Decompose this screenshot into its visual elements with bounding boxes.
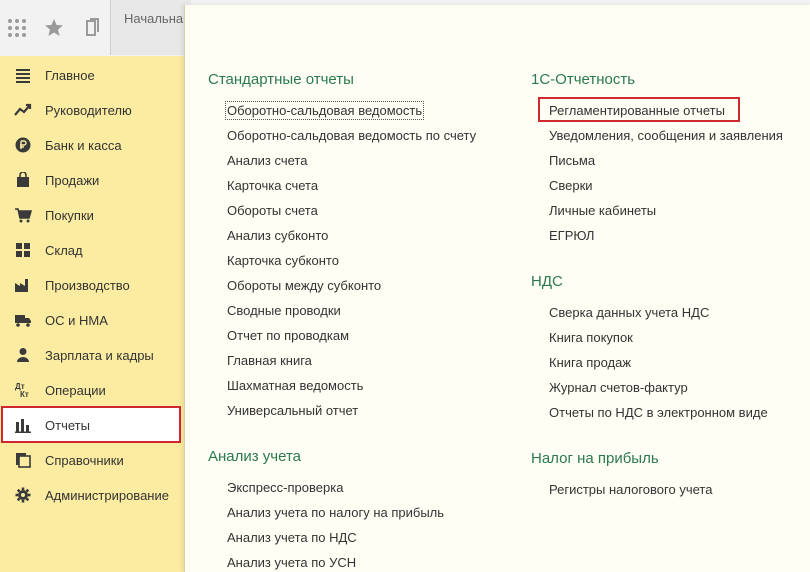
section-title-accounting-analysis: Анализ учета xyxy=(208,448,302,465)
link-summary-entries[interactable]: Сводные проводки xyxy=(227,303,341,318)
kt-glyph: Кт xyxy=(20,390,29,399)
link-purchase-book[interactable]: Книга покупок xyxy=(549,330,633,345)
link-general-ledger[interactable]: Главная книга xyxy=(227,353,312,368)
menu-lines-icon xyxy=(14,66,32,84)
tab-start-label: Начальна xyxy=(124,11,184,26)
sidebar-item-label: Производство xyxy=(45,278,130,293)
link-turnover-balance-by-account[interactable]: Оборотно-сальдовая ведомость по счету xyxy=(227,128,476,143)
trend-up-icon xyxy=(14,101,32,119)
books-icon xyxy=(14,451,32,469)
link-vat-electronic-reports[interactable]: Отчеты по НДС в электронном виде xyxy=(549,405,768,420)
link-personal-accounts[interactable]: Личные кабинеты xyxy=(549,203,656,218)
sidebar-item-label: Покупки xyxy=(45,208,94,223)
link-letters[interactable]: Письма xyxy=(549,153,595,168)
sidebar: Главное Руководителю Банк и касса Продаж… xyxy=(0,56,197,572)
sidebar-item-label: Отчеты xyxy=(45,418,90,433)
sidebar-item-fixed-assets[interactable]: ОС и НМА xyxy=(0,303,196,337)
sidebar-item-administration[interactable]: Администрирование xyxy=(0,478,196,512)
sidebar-item-warehouse[interactable]: Склад xyxy=(0,233,196,267)
link-turnover-between-subconto[interactable]: Обороты между субконто xyxy=(227,278,381,293)
link-subconto-analysis[interactable]: Анализ субконто xyxy=(227,228,328,243)
dt-kt-icon: Дт Кт xyxy=(14,381,32,399)
sidebar-item-purchases[interactable]: Покупки xyxy=(0,198,196,232)
sidebar-item-manager[interactable]: Руководителю xyxy=(0,93,196,127)
truck-icon xyxy=(14,311,32,329)
sidebar-item-sales[interactable]: Продажи xyxy=(0,163,196,197)
link-profit-tax-analysis[interactable]: Анализ учета по налогу на прибыль xyxy=(227,505,444,520)
sidebar-item-label: Продажи xyxy=(45,173,100,188)
apps-grid-icon[interactable] xyxy=(5,14,29,42)
link-account-card[interactable]: Карточка счета xyxy=(227,178,318,193)
link-reconciliations[interactable]: Сверки xyxy=(549,178,593,193)
cart-icon xyxy=(14,206,32,224)
sidebar-item-label: ОС и НМА xyxy=(45,313,108,328)
section-title-1c-reporting: 1С-Отчетность xyxy=(531,71,636,88)
link-vat-analysis[interactable]: Анализ учета по НДС xyxy=(227,530,357,545)
link-sales-book[interactable]: Книга продаж xyxy=(549,355,631,370)
link-account-turnover[interactable]: Обороты счета xyxy=(227,203,318,218)
person-icon xyxy=(14,346,32,364)
ruble-coin-icon xyxy=(14,136,32,154)
sidebar-item-label: Справочники xyxy=(45,453,124,468)
bar-chart-icon xyxy=(14,416,32,434)
link-tax-registers[interactable]: Регистры налогового учета xyxy=(549,482,712,497)
link-usn-analysis[interactable]: Анализ учета по УСН xyxy=(227,555,356,570)
star-icon[interactable] xyxy=(42,14,66,42)
shopping-bag-icon xyxy=(14,171,32,189)
sidebar-item-label: Склад xyxy=(45,243,83,258)
sidebar-item-operations[interactable]: Дт Кт Операции xyxy=(0,373,196,407)
link-subconto-card[interactable]: Карточка субконто xyxy=(227,253,339,268)
link-turnover-balance-sheet[interactable]: Оборотно-сальдовая ведомость xyxy=(224,101,425,120)
link-entries-report[interactable]: Отчет по проводкам xyxy=(227,328,349,343)
sidebar-item-label: Операции xyxy=(45,383,106,398)
link-chess-sheet[interactable]: Шахматная ведомость xyxy=(227,378,363,393)
sidebar-item-salary[interactable]: Зарплата и кадры xyxy=(0,338,196,372)
sidebar-item-label: Администрирование xyxy=(45,488,169,503)
link-express-check[interactable]: Экспресс-проверка xyxy=(227,480,343,495)
gear-icon xyxy=(14,486,32,504)
link-invoice-journal[interactable]: Журнал счетов-фактур xyxy=(549,380,688,395)
sidebar-item-label: Зарплата и кадры xyxy=(45,348,154,363)
link-notifications[interactable]: Уведомления, сообщения и заявления xyxy=(549,128,783,143)
sidebar-item-label: Банк и касса xyxy=(45,138,122,153)
section-title-standard-reports: Стандартные отчеты xyxy=(208,71,354,88)
sidebar-item-label: Руководителю xyxy=(45,103,132,118)
grid-icon xyxy=(14,241,32,259)
sidebar-item-reports[interactable]: Отчеты xyxy=(0,408,196,442)
sidebar-item-main[interactable]: Главное xyxy=(0,58,196,92)
history-icon[interactable] xyxy=(80,14,104,42)
section-title-profit-tax: Налог на прибыль xyxy=(531,450,659,467)
link-account-analysis[interactable]: Анализ счета xyxy=(227,153,307,168)
sidebar-item-bank[interactable]: Банк и касса xyxy=(0,128,196,162)
link-egrul[interactable]: ЕГРЮЛ xyxy=(549,228,594,243)
sidebar-item-label: Главное xyxy=(45,68,95,83)
link-vat-reconciliation[interactable]: Сверка данных учета НДС xyxy=(549,305,709,320)
factory-icon xyxy=(14,276,32,294)
sidebar-item-directories[interactable]: Справочники xyxy=(0,443,196,477)
link-regulated-reports[interactable]: Регламентированные отчеты xyxy=(549,103,725,118)
section-title-vat: НДС xyxy=(531,273,563,290)
tab-start-page[interactable]: Начальна xyxy=(110,0,191,55)
link-universal-report[interactable]: Универсальный отчет xyxy=(227,403,358,418)
sidebar-item-production[interactable]: Производство xyxy=(0,268,196,302)
